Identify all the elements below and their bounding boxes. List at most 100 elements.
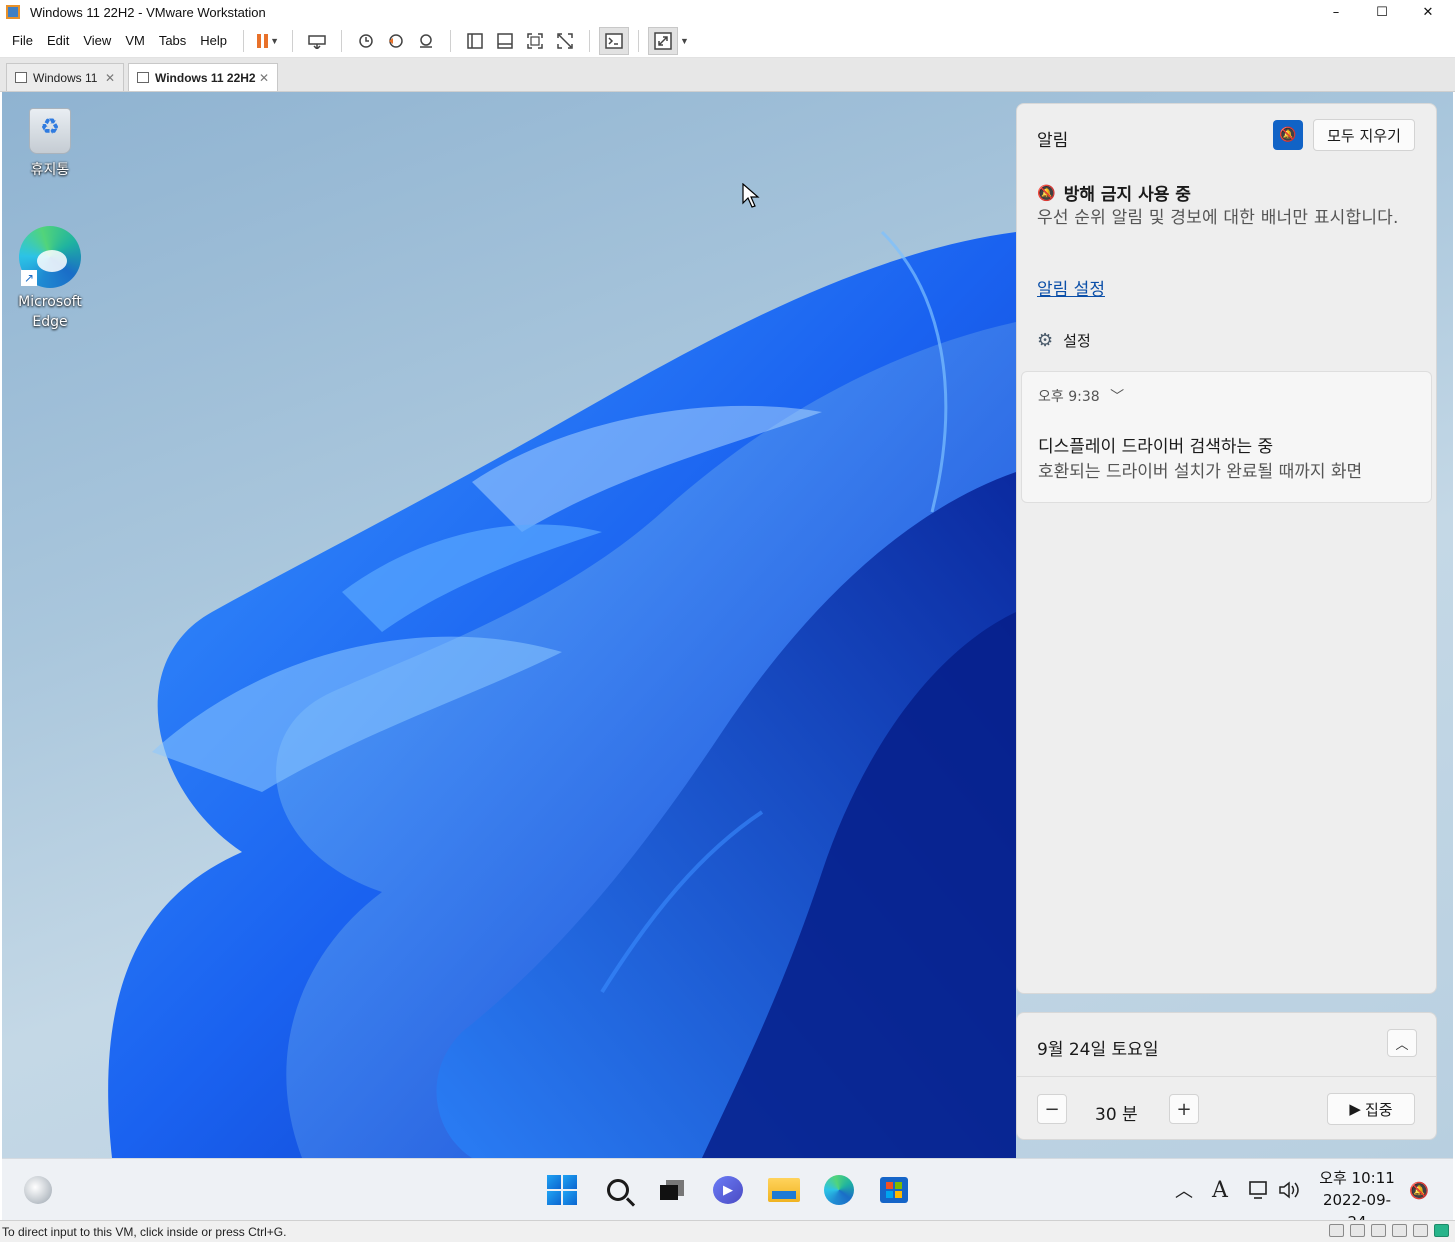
toolbar-separator <box>292 29 294 52</box>
console-view-button[interactable] <box>599 26 630 55</box>
chevron-up-icon: ︿ <box>1175 1181 1193 1202</box>
settings-app-group[interactable]: ⚙ 설정 <box>1037 330 1091 351</box>
recycle-bin-icon <box>29 108 71 154</box>
ime-indicator[interactable]: A <box>1206 1159 1234 1221</box>
task-view-button[interactable] <box>655 1173 689 1207</box>
full-screen-icon <box>527 32 543 49</box>
vm-tab-bar: Windows 11 ✕ Windows 11 22H2 ✕ <box>0 58 1455 92</box>
dnd-title-text: 방해 금지 사용 중 <box>1063 185 1191 205</box>
calendar-date: 9월 24일 토요일 <box>1037 1040 1159 1060</box>
notification-center: 알림 🔕 모두 지우기 🔕 방해 금지 사용 중 우선 순위 알림 및 경보에 … <box>1016 103 1437 994</box>
notification-card[interactable]: 오후 9:38 ﹀ 디스플레이 드라이버 검색하는 중 호환되는 드라이버 설치… <box>1021 371 1432 503</box>
close-button[interactable]: ✕ <box>1405 0 1451 24</box>
vmware-status-bar: To direct input to this VM, click inside… <box>0 1220 1455 1242</box>
network-icon[interactable] <box>1245 1159 1273 1221</box>
cd-dvd-icon[interactable] <box>1350 1224 1365 1237</box>
tab-label: Windows 11 <box>33 70 98 85</box>
volume-icon[interactable] <box>1276 1159 1304 1221</box>
search-icon <box>607 1179 629 1201</box>
console-icon <box>605 32 623 49</box>
do-not-disturb-button[interactable]: 🔕 <box>1273 120 1303 150</box>
windows-taskbar: ▶ ︿ A 오후 10:11 2022-09-24 🔕 <box>2 1158 1453 1231</box>
full-screen-button[interactable] <box>520 27 550 55</box>
menu-tabs[interactable]: Tabs <box>152 33 193 48</box>
stretch-guest-button[interactable] <box>648 26 679 55</box>
desktop-icon-label: Microsoft Edge <box>18 294 82 330</box>
notification-settings-link[interactable]: 알림 설정 <box>1037 275 1105 300</box>
close-tab-icon[interactable]: ✕ <box>259 71 269 85</box>
revert-icon <box>389 33 403 48</box>
shortcut-arrow-icon: ↗ <box>21 270 37 286</box>
send-ctrl-alt-del-button[interactable] <box>302 27 332 55</box>
notification-bell-button[interactable]: 🔕 <box>1405 1159 1433 1221</box>
start-focus-button[interactable]: ▶ 집중 <box>1327 1093 1415 1125</box>
start-button[interactable] <box>545 1173 579 1207</box>
tab-windows-11-22h2[interactable]: Windows 11 22H2 ✕ <box>128 63 278 91</box>
chevron-down-icon[interactable]: ▼ <box>680 36 689 46</box>
toolbar-separator <box>638 29 640 52</box>
weather-widget-icon[interactable] <box>24 1176 52 1204</box>
search-button[interactable] <box>601 1173 635 1207</box>
maximize-button[interactable]: ☐ <box>1359 0 1405 24</box>
chevron-down-icon[interactable]: ﹀ <box>1110 389 1124 405</box>
snapshot-icon <box>359 33 373 48</box>
tab-windows-11[interactable]: Windows 11 ✕ <box>6 63 124 91</box>
focus-increase-button[interactable]: + <box>1169 1094 1199 1124</box>
menu-file[interactable]: File <box>0 33 40 48</box>
toolbar-separator <box>341 29 343 52</box>
mouse-cursor-icon <box>742 183 760 208</box>
desktop-icon-recycle-bin[interactable]: 휴지통 <box>10 108 90 180</box>
show-hidden-icons-button[interactable]: ︿ <box>1170 1159 1198 1221</box>
calendar-panel: 9월 24일 토요일 ︿ − 30 분 + ▶ 집중 <box>1016 1012 1437 1140</box>
vmware-app-icon <box>6 5 20 19</box>
revert-snapshot-button[interactable] <box>381 27 411 55</box>
close-tab-icon[interactable]: ✕ <box>105 71 115 85</box>
network-adapter-icon[interactable] <box>1371 1224 1386 1237</box>
file-explorer-icon <box>768 1178 800 1202</box>
notification-time: 오후 9:38 ﹀ <box>1038 389 1125 405</box>
chat-button[interactable]: ▶ <box>711 1173 745 1207</box>
bell-snooze-icon: 🔕 <box>1409 1180 1429 1200</box>
menu-vm[interactable]: VM <box>118 33 152 48</box>
show-thumbnail-bar-button[interactable] <box>490 27 520 55</box>
divider <box>1017 1076 1436 1077</box>
notification-body: 호환되는 드라이버 설치가 완료될 때까지 화면 <box>1038 462 1363 482</box>
sound-card-icon[interactable] <box>1413 1224 1428 1237</box>
pause-button[interactable]: ▼ <box>253 27 283 55</box>
snapshot-manager-button[interactable] <box>411 27 441 55</box>
device-status-icons <box>1329 1224 1449 1237</box>
focus-decrease-button[interactable]: − <box>1037 1094 1067 1124</box>
menu-toolbar: File Edit View VM Tabs Help ▼ ▼ <box>0 24 1455 58</box>
take-snapshot-button[interactable] <box>351 27 381 55</box>
edge-icon <box>824 1175 854 1205</box>
notifications-title: 알림 <box>1037 131 1069 151</box>
minimize-button[interactable]: – <box>1313 0 1359 24</box>
edge-taskbar-button[interactable] <box>822 1173 856 1207</box>
menu-view[interactable]: View <box>76 33 118 48</box>
keyboard-icon <box>308 34 326 49</box>
show-library-button[interactable] <box>460 27 490 55</box>
desktop-icon-edge[interactable]: ↗ Microsoft Edge <box>10 226 90 332</box>
hard-disk-icon[interactable] <box>1329 1224 1344 1237</box>
menu-edit[interactable]: Edit <box>40 33 76 48</box>
plus-icon: + <box>1176 1098 1192 1120</box>
unity-button[interactable] <box>550 27 580 55</box>
window-title: Windows 11 22H2 - VMware Workstation <box>30 4 266 20</box>
toolbar-separator <box>243 29 245 52</box>
minus-icon: − <box>1044 1098 1060 1120</box>
task-view-icon <box>660 1180 684 1200</box>
file-explorer-button[interactable] <box>767 1173 801 1207</box>
play-icon: ▶ <box>1349 1100 1361 1118</box>
thumbnail-bar-icon <box>497 32 513 49</box>
start-icon <box>547 1175 577 1205</box>
network-icon <box>1249 1181 1267 1199</box>
status-text: To direct input to this VM, click inside… <box>2 1224 287 1239</box>
chat-icon: ▶ <box>713 1176 743 1204</box>
clear-all-button[interactable]: 모두 지우기 <box>1313 119 1415 151</box>
calendar-collapse-button[interactable]: ︿ <box>1387 1029 1417 1057</box>
printer-icon[interactable] <box>1392 1224 1407 1237</box>
message-log-icon[interactable] <box>1434 1224 1449 1237</box>
menu-help[interactable]: Help <box>193 33 234 48</box>
library-icon <box>467 32 483 49</box>
store-button[interactable] <box>877 1173 911 1207</box>
